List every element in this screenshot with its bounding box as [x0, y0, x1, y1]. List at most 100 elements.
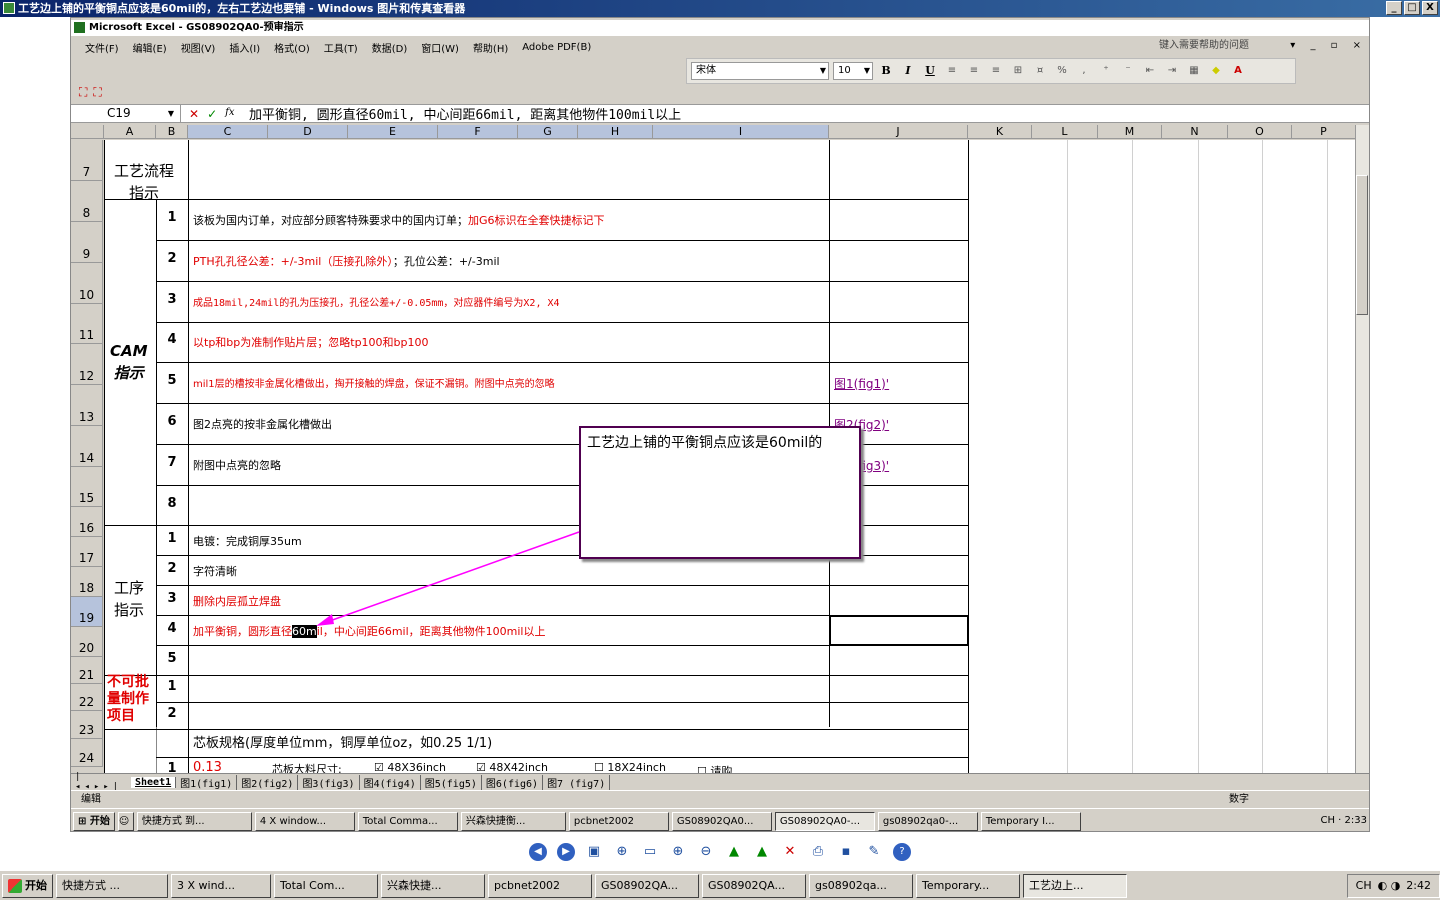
mdi-window-buttons[interactable]: ▾ _ ▫ ×	[1290, 40, 1367, 51]
merge-center-icon[interactable]: ⊞	[1009, 62, 1027, 80]
quicklaunch-icon[interactable]: ☺	[117, 811, 134, 831]
row-header[interactable]: 18	[71, 567, 103, 597]
menu-file[interactable]: 文件(F)	[85, 40, 119, 55]
inner-task-item[interactable]: GS08902QA0...	[671, 811, 772, 831]
task-item[interactable]: 3 X wind...	[171, 873, 271, 898]
font-name-select[interactable]: 宋体 ▼	[691, 62, 829, 80]
row-header[interactable]: 9	[71, 222, 103, 263]
row-header[interactable]: 23	[71, 711, 103, 739]
sheet-tab[interactable]: 图3(fig3)	[298, 774, 360, 790]
inner-task-item[interactable]: gs08902qa0-...	[877, 811, 978, 831]
save-icon[interactable]: ▪	[837, 843, 855, 861]
task-item[interactable]: Total Com...	[274, 873, 378, 898]
print-icon[interactable]: ⎙	[809, 843, 827, 861]
inner-task-item[interactable]: 4 X window...	[254, 811, 355, 831]
fig1-link[interactable]: 图1(fig1)'	[834, 375, 889, 392]
column-header[interactable]: K	[968, 125, 1032, 139]
worksheet-grid[interactable]: 工艺流程 指示 CAM 指示 工序 指示 不可批 量制作 项目 1 该板为国内订…	[104, 140, 1356, 790]
row-header[interactable]: 8	[71, 181, 103, 222]
name-box[interactable]: C19 ▼	[71, 105, 181, 122]
column-header[interactable]: H	[578, 125, 653, 139]
task-item-active[interactable]: 工艺边上...	[1023, 873, 1127, 898]
task-item[interactable]: GS08902QA...	[702, 873, 806, 898]
column-header[interactable]: N	[1162, 125, 1228, 139]
column-header[interactable]: B	[156, 125, 188, 139]
row-header[interactable]: 22	[71, 684, 103, 711]
sheet-tab[interactable]: 图2(fig2)	[237, 774, 299, 790]
row-header[interactable]: 10	[71, 263, 103, 304]
task-item[interactable]: 快捷方式 ...	[56, 873, 168, 898]
row-header[interactable]: 19	[71, 597, 103, 627]
actual-size-icon[interactable]: ⊕	[613, 843, 631, 861]
borders-icon[interactable]: ▦	[1185, 62, 1203, 80]
column-header[interactable]: P	[1292, 125, 1356, 139]
column-header[interactable]: G	[518, 125, 578, 139]
row-header[interactable]: 17	[71, 537, 103, 567]
tray-icons[interactable]: ◐ ◑	[1378, 875, 1401, 897]
confirm-entry-icon[interactable]: ✓	[207, 107, 217, 121]
row-header[interactable]: 24	[71, 739, 103, 767]
row-header[interactable]: 21	[71, 657, 103, 684]
rotate-counterclockwise-icon[interactable]: ▲	[753, 843, 771, 861]
edit-icon[interactable]: ✎	[865, 843, 883, 861]
align-center-icon[interactable]: ≡	[965, 62, 983, 80]
menu-view[interactable]: 视图(V)	[181, 40, 216, 55]
column-header[interactable]: D	[268, 125, 348, 139]
insert-function-icon[interactable]: fx	[225, 107, 234, 121]
maximize-button[interactable]: □	[1404, 1, 1420, 15]
sheet-nav-arrows[interactable]: |◂◂▸▸|	[71, 772, 131, 792]
font-size-select[interactable]: 10 ▼	[833, 62, 873, 80]
row-header[interactable]: 20	[71, 627, 103, 657]
row-header[interactable]: 12	[71, 344, 103, 385]
menu-help[interactable]: 帮助(H)	[473, 40, 508, 55]
menu-tools[interactable]: 工具(T)	[324, 40, 358, 55]
language-indicator[interactable]: CH	[1356, 875, 1372, 897]
pdf-convert-icon[interactable]: ⛶	[79, 85, 87, 100]
column-header[interactable]: L	[1032, 125, 1098, 139]
increase-decimal-icon[interactable]: ⁺	[1097, 62, 1115, 80]
rotate-clockwise-icon[interactable]: ▲	[725, 843, 743, 861]
task-item[interactable]: GS08902QA...	[595, 873, 699, 898]
inner-task-item[interactable]: Total Comma...	[357, 811, 458, 831]
row-header[interactable]: 11	[71, 304, 103, 344]
menu-window[interactable]: 窗口(W)	[421, 40, 459, 55]
comma-icon[interactable]: ,	[1075, 62, 1093, 80]
row-header[interactable]: 15	[71, 467, 103, 507]
column-header[interactable]: C	[188, 125, 268, 139]
menu-insert[interactable]: 插入(I)	[229, 40, 260, 55]
sheet-tab[interactable]: 图5(fig5)	[421, 774, 482, 790]
slideshow-icon[interactable]: ▭	[641, 843, 659, 861]
help-icon[interactable]: ?	[893, 843, 911, 861]
task-item[interactable]: 兴森快捷...	[381, 873, 485, 898]
fill-color-icon[interactable]: ◆	[1207, 62, 1225, 80]
percent-icon[interactable]: %	[1053, 62, 1071, 80]
zoom-in-icon[interactable]: ⊕	[669, 843, 687, 861]
inner-task-item[interactable]: 兴森快捷衡...	[460, 811, 566, 831]
zoom-out-icon[interactable]: ⊖	[697, 843, 715, 861]
menu-format[interactable]: 格式(O)	[274, 40, 310, 55]
decrease-indent-icon[interactable]: ⇤	[1141, 62, 1159, 80]
vertical-scroll-thumb[interactable]	[1356, 175, 1368, 315]
cell-comment[interactable]: 工艺边上铺的平衡铜点应该是60mil的	[579, 426, 861, 559]
increase-indent-icon[interactable]: ⇥	[1163, 62, 1181, 80]
inner-start-button[interactable]: ⊞ 开始	[73, 811, 115, 831]
align-right-icon[interactable]: ≡	[987, 62, 1005, 80]
sheet-tab[interactable]: 图7 (fig7)	[543, 774, 611, 790]
italic-button[interactable]: I	[899, 62, 917, 80]
task-item[interactable]: pcbnet2002	[488, 873, 592, 898]
task-item[interactable]: gs08902qa...	[809, 873, 913, 898]
sheet-tab[interactable]: 图4(fig4)	[360, 774, 421, 790]
best-fit-icon[interactable]: ▣	[585, 843, 603, 861]
inner-task-item[interactable]: pcbnet2002	[568, 811, 669, 831]
column-header[interactable]: F	[438, 125, 518, 139]
previous-image-icon[interactable]: ◀	[529, 843, 547, 861]
sheet-tab[interactable]: 图1(fig1)	[176, 774, 238, 790]
column-header[interactable]: J	[829, 125, 968, 139]
currency-icon[interactable]: ¤	[1031, 62, 1049, 80]
language-indicator[interactable]: CH	[1320, 815, 1335, 826]
pdf-attach-icon[interactable]: ⛶	[93, 85, 101, 100]
underline-button[interactable]: U	[921, 62, 939, 80]
cancel-entry-icon[interactable]: ✕	[189, 107, 199, 121]
row-header[interactable]: 16	[71, 507, 103, 537]
column-header[interactable]: M	[1098, 125, 1162, 139]
